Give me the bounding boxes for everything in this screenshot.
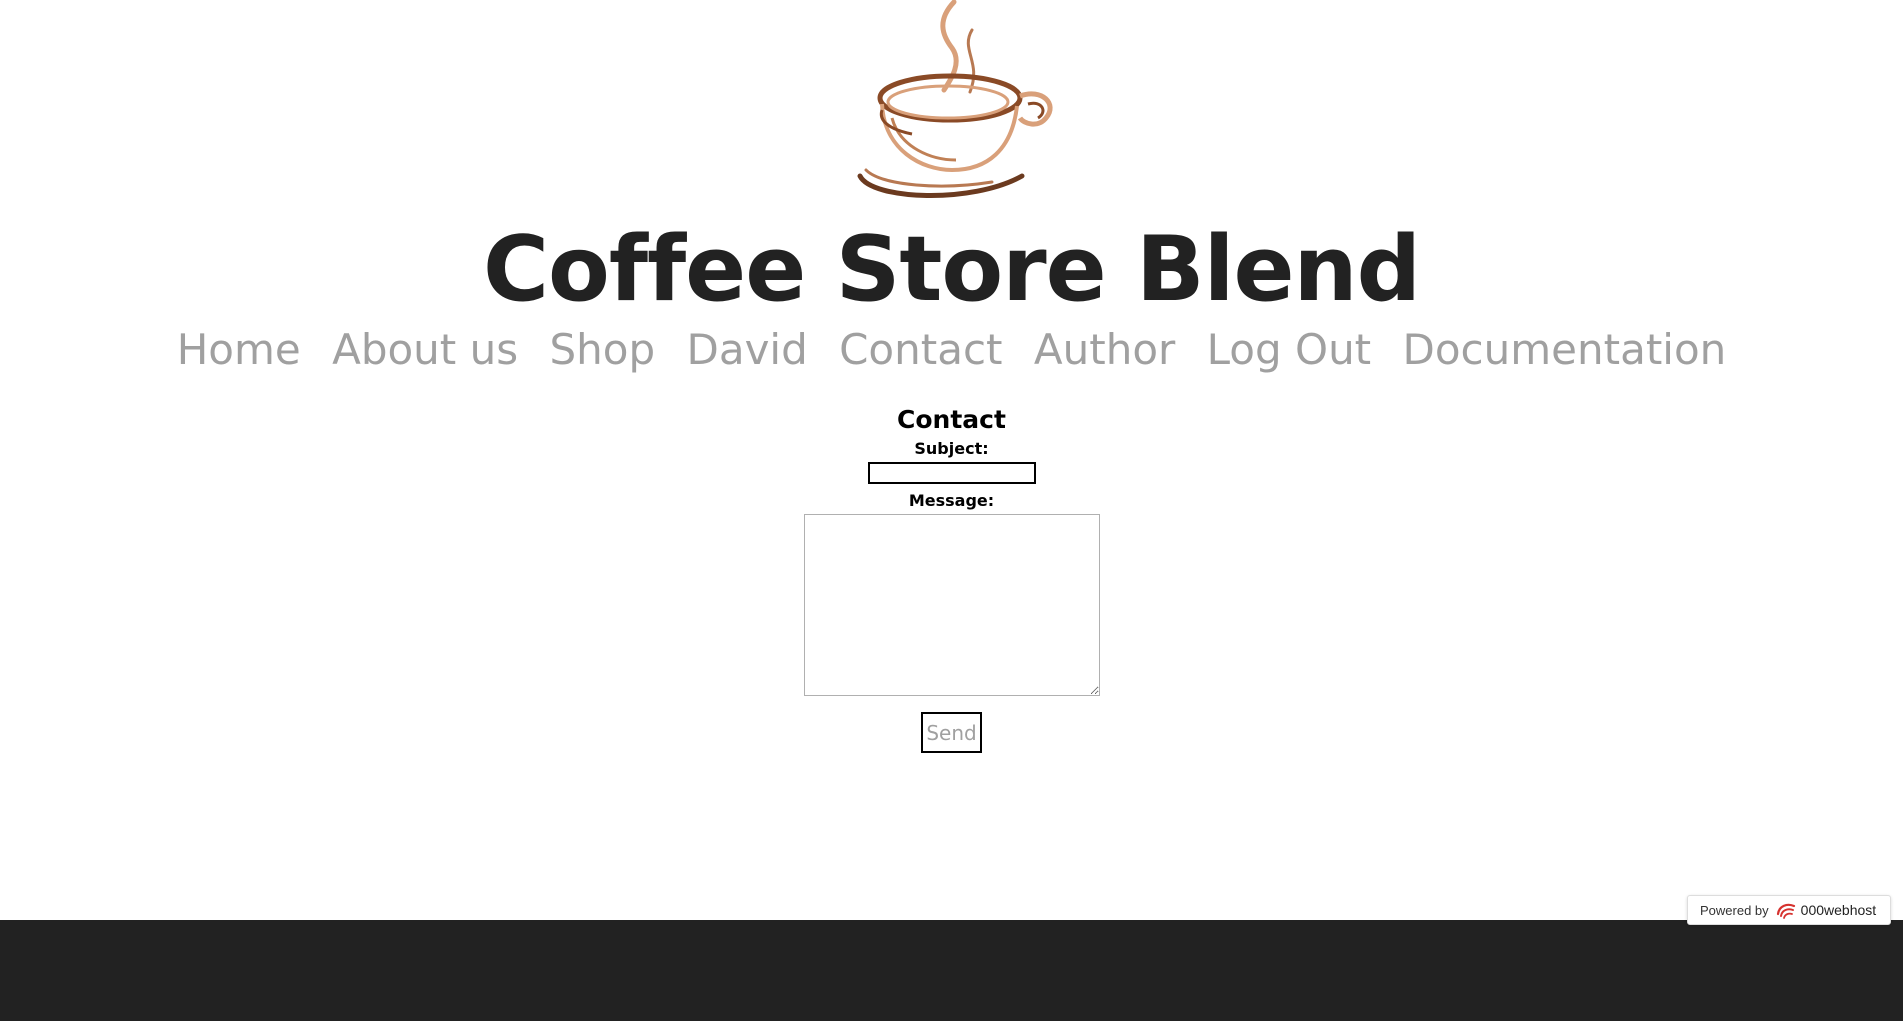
contact-form: Contact Subject: Message: Send (0, 402, 1903, 753)
send-button[interactable]: Send (921, 712, 982, 753)
nav-item-log-out[interactable]: Log Out (1207, 325, 1372, 374)
000webhost-logo-icon (1776, 903, 1795, 919)
nav-item-documentation[interactable]: Documentation (1403, 325, 1727, 374)
contact-heading: Contact (897, 405, 1006, 434)
subject-label: Subject: (914, 439, 989, 458)
main-nav: Home About us Shop David Contact Author … (0, 322, 1903, 378)
site-title: Coffee Store Blend (482, 217, 1421, 322)
nav-item-david[interactable]: David (686, 325, 807, 374)
message-label: Message: (908, 491, 995, 510)
nav-item-shop[interactable]: Shop (549, 325, 655, 374)
powered-by-label: Powered by (1700, 902, 1769, 918)
nav-item-author[interactable]: Author (1034, 325, 1175, 374)
coffee-cup-logo-icon (857, 0, 1053, 198)
subject-input[interactable] (867, 462, 1036, 484)
nav-item-contact[interactable]: Contact (839, 325, 1002, 374)
message-textarea[interactable] (803, 514, 1100, 696)
footer (0, 920, 1903, 1021)
powered-by-badge[interactable]: Powered by 000webhost (1687, 895, 1891, 925)
page: Coffee Store Blend Home About us Shop Da… (0, 0, 1903, 1021)
powered-by-brand: 000webhost (1800, 902, 1877, 918)
nav-item-about-us[interactable]: About us (332, 325, 518, 374)
nav-item-home[interactable]: Home (177, 325, 301, 374)
